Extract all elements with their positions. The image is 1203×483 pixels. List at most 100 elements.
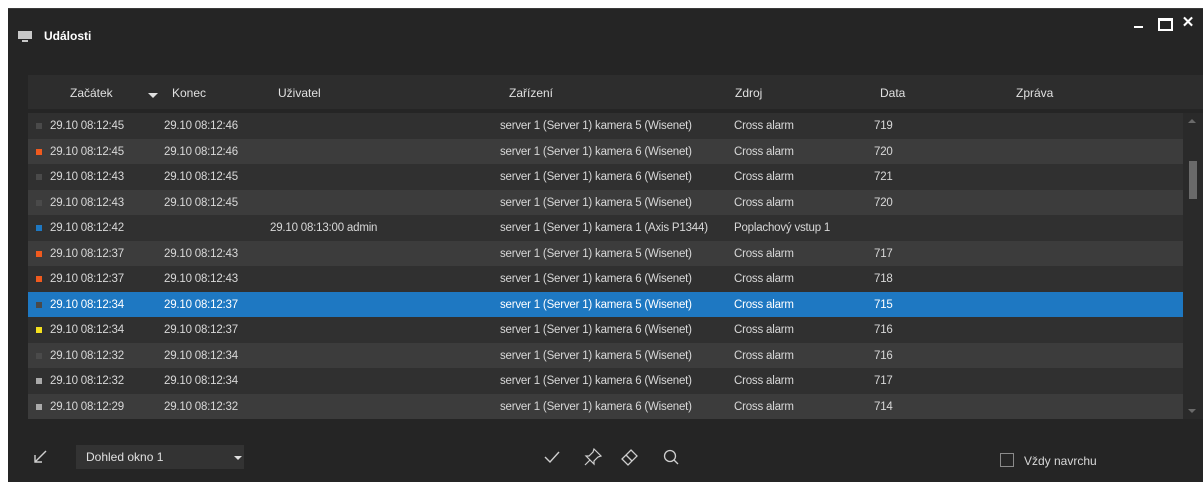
always-on-top-label: Vždy navrchu <box>1024 454 1097 468</box>
checkmark-icon[interactable] <box>542 447 562 467</box>
table-row[interactable]: 29.10 08:12:34 29.10 08:12:37 server 1 (Se… <box>28 291 1183 317</box>
cell-end: 29.10 08:12:46 <box>164 145 238 158</box>
vertical-scrollbar[interactable] <box>1183 113 1203 419</box>
cell-end: 29.10 08:12:34 <box>164 375 238 387</box>
table-row[interactable]: 29.10 08:12:37 29.10 08:12:43 server 1 (Se… <box>28 240 1183 266</box>
status-indicator <box>36 276 42 282</box>
events-window: Události ✕ Začátek Konec Uživatel Zaříze… <box>8 8 1203 482</box>
cell-user: 29.10 08:13:00 admin <box>270 222 378 234</box>
table-body: 29.10 08:12:45 29.10 08:12:46 server 1 (Se… <box>28 113 1183 419</box>
scroll-thumb[interactable] <box>1189 161 1197 199</box>
search-icon[interactable] <box>661 447 681 467</box>
table-row[interactable]: 29.10 08:12:43 29.10 08:12:45 server 1 (Se… <box>28 164 1183 190</box>
cell-data: 720 <box>874 145 893 158</box>
chevron-down-icon <box>234 456 242 460</box>
cell-source: Cross alarm <box>734 375 794 387</box>
cell-end: 29.10 08:12:45 <box>164 196 238 209</box>
status-indicator <box>36 123 42 129</box>
title-bar: Události ✕ <box>8 9 1203 59</box>
table-header: Začátek Konec Uživatel Zařízení Zdroj Da… <box>28 75 1203 109</box>
cell-start: 29.10 08:12:32 <box>50 349 124 362</box>
cell-source: Cross alarm <box>734 273 794 285</box>
maximize-icon[interactable] <box>1156 15 1173 31</box>
view-window-select-value: Dohled okno 1 <box>86 450 164 464</box>
cell-start: 29.10 08:12:43 <box>50 196 124 209</box>
cell-start: 29.10 08:12:37 <box>50 273 124 285</box>
cell-data: 719 <box>874 120 893 132</box>
cell-source: Cross alarm <box>734 247 794 260</box>
column-header-source[interactable]: Zdroj <box>735 86 762 100</box>
eraser-icon[interactable] <box>619 447 639 467</box>
cell-source: Cross alarm <box>734 298 794 311</box>
table-row[interactable]: 29.10 08:12:43 29.10 08:12:45 server 1 (Se… <box>28 189 1183 215</box>
status-indicator <box>36 327 42 333</box>
column-header-data[interactable]: Data <box>880 86 905 100</box>
cell-source: Cross alarm <box>734 349 794 362</box>
cell-start: 29.10 08:12:37 <box>50 247 124 260</box>
table-row[interactable]: 29.10 08:12:32 29.10 08:12:34 server 1 (Se… <box>28 342 1183 368</box>
status-indicator <box>36 199 42 206</box>
cell-end: 29.10 08:12:37 <box>164 298 238 311</box>
cell-start: 29.10 08:12:34 <box>50 324 124 336</box>
cell-data: 717 <box>874 247 893 260</box>
cell-data: 716 <box>874 349 893 362</box>
status-indicator <box>36 352 42 359</box>
cell-start: 29.10 08:12:29 <box>50 400 124 413</box>
status-indicator <box>36 403 42 410</box>
cell-source: Cross alarm <box>734 400 794 413</box>
table-row[interactable]: 29.10 08:12:29 29.10 08:12:32 server 1 (Se… <box>28 393 1183 419</box>
cell-end: 29.10 08:12:45 <box>164 171 238 183</box>
cell-end: 29.10 08:12:43 <box>164 247 238 260</box>
table-row[interactable]: 29.10 08:12:45 29.10 08:12:46 server 1 (Se… <box>28 138 1183 164</box>
column-header-device[interactable]: Zařízení <box>509 86 553 100</box>
table-row[interactable]: 29.10 08:12:37 29.10 08:12:43 server 1 (Se… <box>28 266 1183 292</box>
events-table: Začátek Konec Uživatel Zařízení Zdroj Da… <box>28 75 1203 427</box>
cell-device: server 1 (Server 1) kamera 1 (Axis P1344… <box>500 222 708 234</box>
cell-device: server 1 (Server 1) kamera 5 (Wisenet) <box>500 196 692 209</box>
cell-source: Cross alarm <box>734 145 794 158</box>
cell-end: 29.10 08:12:32 <box>164 400 238 413</box>
column-header-start[interactable]: Začátek <box>70 86 113 100</box>
sort-descending-icon <box>148 93 158 98</box>
status-indicator <box>36 148 42 155</box>
cell-source: Poplachový vstup 1 <box>734 222 831 234</box>
cell-source: Cross alarm <box>734 171 794 183</box>
restore-arrow-icon[interactable] <box>32 449 48 465</box>
scroll-down-icon[interactable] <box>1188 409 1196 413</box>
minimize-icon[interactable] <box>1131 15 1147 31</box>
cell-device: server 1 (Server 1) kamera 6 (Wisenet) <box>500 400 692 413</box>
table-row[interactable]: 29.10 08:12:42 29.10 08:13:00 admin server… <box>28 215 1183 241</box>
view-window-select[interactable]: Dohled okno 1 <box>76 445 244 469</box>
table-row[interactable]: 29.10 08:12:34 29.10 08:12:37 server 1 (Se… <box>28 317 1183 343</box>
cell-data: 720 <box>874 196 893 209</box>
cell-start: 29.10 08:12:32 <box>50 375 124 387</box>
window-title: Události <box>44 29 92 43</box>
cell-end: 29.10 08:12:46 <box>164 120 238 132</box>
cell-data: 716 <box>874 324 893 336</box>
cell-start: 29.10 08:12:42 <box>50 222 124 234</box>
cell-data: 717 <box>874 375 893 387</box>
column-header-message[interactable]: Zpráva <box>1016 86 1053 100</box>
cell-device: server 1 (Server 1) kamera 6 (Wisenet) <box>500 324 692 336</box>
column-header-end[interactable]: Konec <box>172 86 206 100</box>
monitor-icon <box>18 31 32 42</box>
always-on-top-checkbox[interactable] <box>1000 453 1014 467</box>
cell-end: 29.10 08:12:43 <box>164 273 238 285</box>
cell-data: 721 <box>874 171 893 183</box>
cell-device: server 1 (Server 1) kamera 6 (Wisenet) <box>500 273 692 285</box>
status-indicator <box>36 174 42 180</box>
column-header-user[interactable]: Uživatel <box>278 86 321 100</box>
cell-start: 29.10 08:12:45 <box>50 145 124 158</box>
table-row[interactable]: 29.10 08:12:32 29.10 08:12:34 server 1 (Se… <box>28 368 1183 394</box>
scroll-up-icon[interactable] <box>1188 119 1196 123</box>
cell-device: server 1 (Server 1) kamera 6 (Wisenet) <box>500 375 692 387</box>
cell-end: 29.10 08:12:37 <box>164 324 238 336</box>
cell-device: server 1 (Server 1) kamera 5 (Wisenet) <box>500 349 692 362</box>
table-row[interactable]: 29.10 08:12:45 29.10 08:12:46 server 1 (Se… <box>28 113 1183 139</box>
cell-device: server 1 (Server 1) kamera 6 (Wisenet) <box>500 171 692 183</box>
pin-icon[interactable] <box>583 447 603 467</box>
close-icon[interactable]: ✕ <box>1180 15 1196 31</box>
cell-device: server 1 (Server 1) kamera 5 (Wisenet) <box>500 247 692 260</box>
cell-device: server 1 (Server 1) kamera 5 (Wisenet) <box>500 298 692 311</box>
cell-data: 718 <box>874 273 893 285</box>
